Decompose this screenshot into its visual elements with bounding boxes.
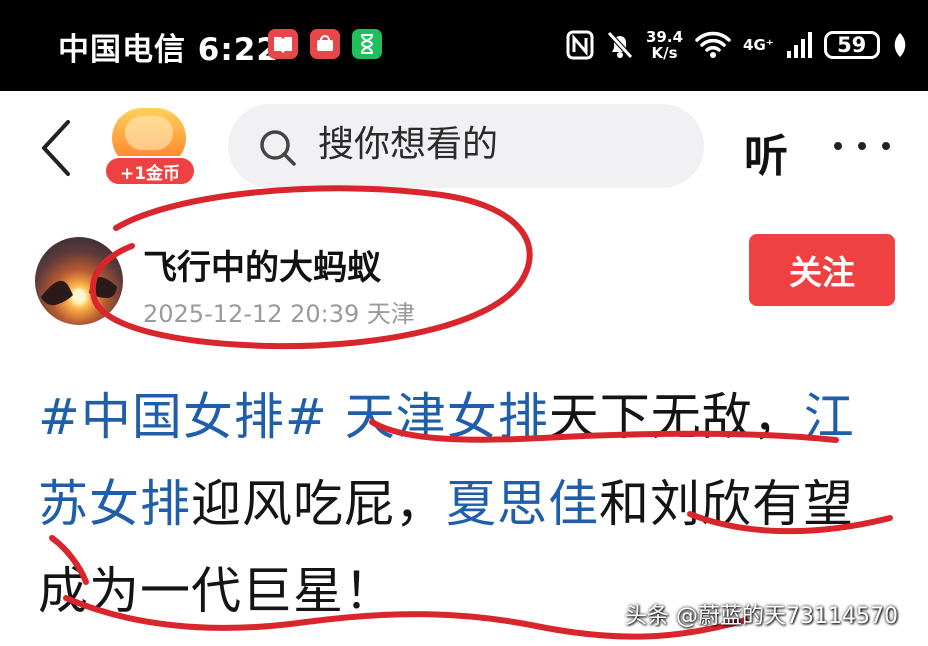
mute-bell-icon (606, 30, 634, 60)
status-indicators: 39.4 K/s 4G⁺ 59 (566, 26, 908, 64)
search-input[interactable] (318, 124, 678, 165)
shopping-app-icon (310, 29, 340, 59)
search-icon (258, 128, 298, 168)
coin-reward-badge: +1金币 (104, 156, 196, 186)
watermark: 头条 @蔚蓝的天73114570 (625, 604, 898, 629)
hands-silhouette-icon (41, 277, 117, 306)
post-text: 迎风吃屁， (191, 475, 446, 533)
topic-link[interactable]: 天津女排 (345, 388, 549, 446)
post-text: 天下无敌， (548, 388, 804, 446)
battery-level: 59 (837, 33, 867, 57)
hashtag-link[interactable]: #中国女排# (38, 388, 328, 446)
listen-button[interactable]: 听 (744, 120, 788, 184)
author-name[interactable]: 飞行中的大蚂蚁 (143, 240, 381, 289)
author-avatar[interactable] (35, 237, 123, 325)
topic-link[interactable]: 夏思佳 (446, 475, 599, 533)
book-app-icon (268, 29, 298, 59)
network-type: 4G⁺ (743, 36, 774, 54)
hourglass-app-icon (352, 29, 382, 59)
status-bar: 中国电信 6:22 39.4 K/s 4G⁺ 59 (0, 0, 928, 91)
more-options-icon[interactable] (834, 136, 890, 156)
coin-reward-widget[interactable]: +1金币 (104, 108, 196, 188)
signal-icon (786, 31, 812, 59)
nfc-icon (566, 30, 594, 60)
wifi-icon (695, 31, 731, 59)
notification-app-icons (268, 29, 382, 59)
network-speed-unit: K/s (651, 44, 678, 62)
post-body: #中国女排# 天津女排天下无敌，江苏女排迎风吃屁，夏思佳和刘欣有望成为一代巨星！ (38, 374, 888, 635)
carrier-time: 中国电信 6:22 (58, 32, 279, 68)
back-icon[interactable] (38, 118, 78, 178)
network-speed: 39.4 K/s (646, 29, 683, 61)
network-speed-value: 39.4 (646, 28, 684, 46)
leaf-icon (892, 32, 908, 58)
battery-indicator: 59 (823, 31, 880, 59)
follow-button[interactable]: 关注 (749, 234, 895, 306)
search-bar[interactable] (228, 104, 704, 188)
post-meta: 2025-12-12 20:39 天津 (143, 300, 415, 328)
